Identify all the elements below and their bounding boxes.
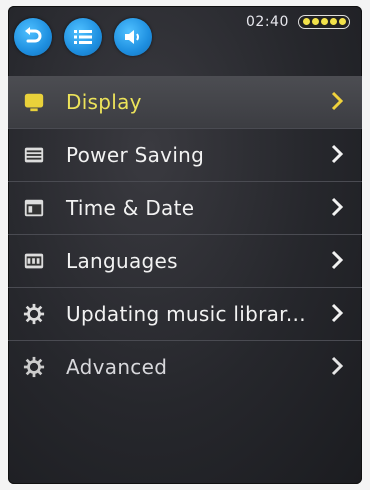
menu-item-label: Languages [66,249,178,273]
menu-item-power-saving[interactable]: Power Saving [8,129,362,182]
settings-menu: Display Power Saving Time & Date Languag… [8,76,362,393]
chevron-right-icon [331,144,344,164]
gear-icon [22,355,46,379]
gear-icon [22,302,46,326]
display-icon [22,90,46,114]
menu-item-advanced[interactable]: Advanced [8,341,362,393]
chevron-right-icon [331,197,344,217]
menu-item-time-date[interactable]: Time & Date [8,182,362,235]
menu-item-label: Display [66,90,142,114]
chevron-right-icon [331,356,344,376]
back-button[interactable] [14,18,52,56]
back-arrow-icon [25,27,42,43]
menu-item-display[interactable]: Display [8,76,362,129]
language-icon [22,249,46,273]
battery-icon [298,15,350,29]
volume-button[interactable] [114,18,152,56]
menu-item-label: Updating music librar... [66,302,306,326]
menu-item-label: Power Saving [66,143,205,167]
clock: 02:40 [246,14,289,30]
list-icon [74,30,92,44]
chevron-right-icon [331,303,344,323]
speaker-icon [125,30,139,44]
chevron-right-icon [331,250,344,270]
list-button[interactable] [64,18,102,56]
menu-item-languages[interactable]: Languages [8,235,362,288]
calendar-icon [22,196,46,220]
device-screen: 02:40 Display Power Saving Time & Date L… [8,6,362,484]
menu-item-update-library[interactable]: Updating music librar... [8,288,362,341]
menu-item-label: Time & Date [66,196,195,220]
power-saving-icon [22,143,46,167]
menu-item-label: Advanced [66,355,168,379]
top-bar: 02:40 [8,6,362,68]
chevron-right-icon [331,91,344,111]
